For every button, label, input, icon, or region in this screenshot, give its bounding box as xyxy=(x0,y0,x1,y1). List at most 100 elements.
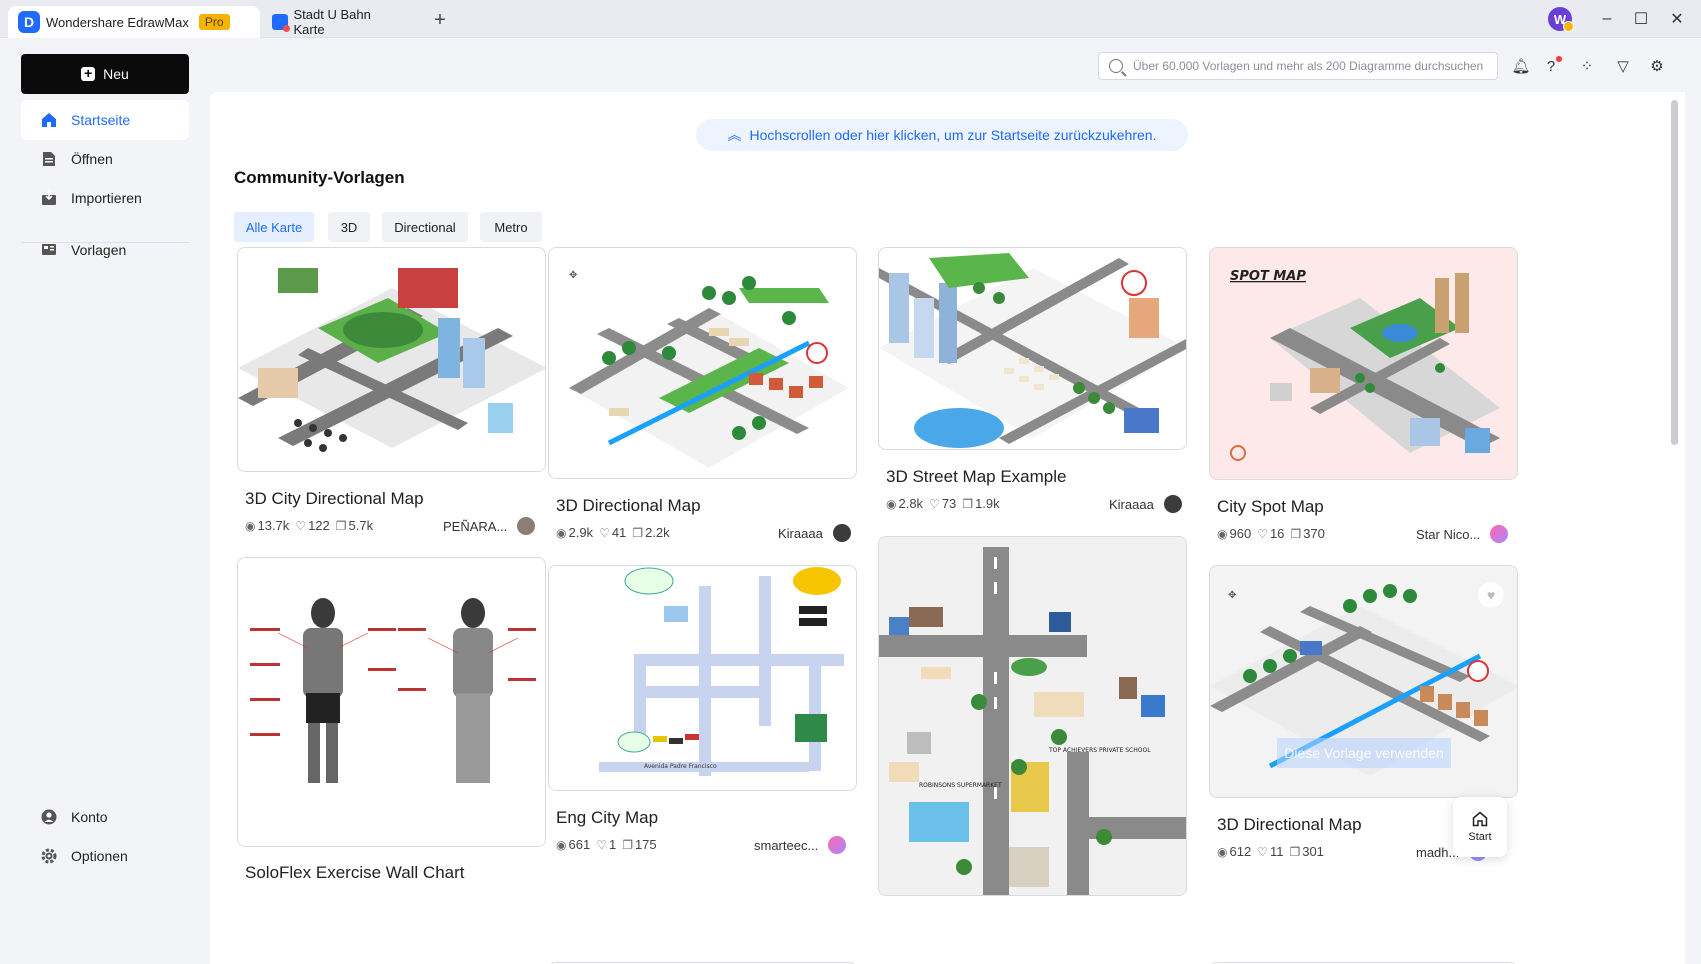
home-outline-icon xyxy=(1472,811,1488,827)
views-count: 13.7k xyxy=(257,518,290,533)
maximize-button[interactable]: ☐ xyxy=(1626,6,1656,32)
eye-icon: ◉ xyxy=(886,496,897,511)
svg-text:✥: ✥ xyxy=(569,270,577,281)
card-title[interactable]: City Spot Map xyxy=(1217,497,1324,517)
card-stats: ◉ 960 ♡ 16 ❐ 370 xyxy=(1217,526,1331,541)
copy-icon: ❐ xyxy=(962,496,974,511)
bell-icon[interactable]: 🔔︎ xyxy=(1510,55,1532,77)
card-stats: ◉ 2.8k ♡ 73 ❐ 1.9k xyxy=(886,496,1006,511)
tab-document[interactable]: Stadt U Bahn Karte xyxy=(262,6,412,38)
views-count: 2.8k xyxy=(898,496,924,511)
sidebar-item-importieren[interactable]: Importieren xyxy=(21,178,189,218)
sidebar-item-label: Konto xyxy=(71,809,108,825)
card-title[interactable]: 3D Street Map Example xyxy=(886,467,1066,487)
copy-icon: ❐ xyxy=(335,518,347,533)
sidebar-item-vorlagen[interactable]: Vorlagen xyxy=(21,230,189,270)
gear-icon[interactable]: ⚙ xyxy=(1646,55,1668,77)
card-title[interactable]: Eng City Map xyxy=(556,808,658,828)
likes-count: 122 xyxy=(308,518,330,533)
filter-directional[interactable]: Directional xyxy=(382,212,468,242)
card-title[interactable]: 3D Directional Map xyxy=(556,496,701,516)
favorite-heart-icon[interactable]: ♥ xyxy=(1478,582,1504,608)
card-author[interactable]: Kiraaaa xyxy=(1109,495,1182,513)
copy-icon: ❐ xyxy=(632,525,644,540)
start-floating-button[interactable]: Start xyxy=(1453,797,1507,857)
sidebar-item-optionen[interactable]: Optionen xyxy=(21,836,189,876)
template-thumbnail[interactable]: ✥ xyxy=(548,247,857,479)
close-button[interactable]: ✕ xyxy=(1662,6,1692,32)
sidebar-item-oeffnen[interactable]: Öffnen xyxy=(21,139,189,179)
exercise-chart-thumbnail-image xyxy=(250,598,536,783)
heart-icon: ♡ xyxy=(596,837,607,852)
sidebar: + Neu Startseite Öffnen Importieren Vorl… xyxy=(0,38,208,964)
card-title[interactable]: 3D City Directional Map xyxy=(245,489,424,509)
template-thumbnail[interactable] xyxy=(878,247,1187,450)
sidebar-item-konto[interactable]: Konto xyxy=(21,797,189,837)
heart-icon: ♡ xyxy=(599,525,610,540)
heart-icon: ♡ xyxy=(295,518,307,533)
eye-icon: ◉ xyxy=(245,518,256,533)
sidebar-item-label: Öffnen xyxy=(71,151,113,167)
likes-count: 11 xyxy=(1269,844,1284,859)
template-thumbnail[interactable]: SPOT MAP xyxy=(1209,247,1518,480)
scroll-up-text: Hochscrollen oder hier klicken, um zur S… xyxy=(749,127,1157,143)
edrawmax-logo-icon: D xyxy=(18,11,40,33)
help-icon[interactable]: ? xyxy=(1540,55,1562,77)
heart-icon: ♡ xyxy=(1257,526,1268,541)
card-author[interactable]: Star Nico... xyxy=(1416,525,1509,543)
search-placeholder: Über 60.000 Vorlagen und mehr als 200 Di… xyxy=(1133,59,1484,73)
new-tab-button[interactable]: + xyxy=(428,8,452,32)
scrollbar[interactable] xyxy=(1671,100,1678,445)
card-title[interactable]: 3D Directional Map xyxy=(1217,815,1362,835)
svg-text:✥: ✥ xyxy=(1228,590,1236,601)
author-avatar xyxy=(517,517,536,535)
file-icon xyxy=(43,152,55,166)
likes-count: 41 xyxy=(611,525,627,540)
sidebar-item-startseite[interactable]: Startseite xyxy=(21,100,189,140)
likes-count: 1 xyxy=(608,837,617,852)
double-chevron-up-icon: ︽ xyxy=(727,127,742,143)
city-map-thumbnail-image xyxy=(238,268,545,452)
spot-map-heading: SPOT MAP xyxy=(1230,269,1306,284)
use-template-button[interactable]: Diese Vorlage verwenden xyxy=(1277,738,1451,768)
spot-map-thumbnail-image: SPOT MAP xyxy=(1210,248,1517,479)
views-count: 2.9k xyxy=(568,525,594,540)
shirt-icon[interactable]: ▽ xyxy=(1612,55,1634,77)
template-thumbnail[interactable]: Avenida Padre Francisco xyxy=(548,565,857,791)
sidebar-item-label: Vorlagen xyxy=(71,242,127,258)
card-author[interactable]: PEÑARA... xyxy=(443,517,536,535)
title-bar: D Wondershare EdrawMax Pro Stadt U Bahn … xyxy=(0,0,1701,38)
template-thumbnail[interactable] xyxy=(237,557,546,847)
new-button-label: Neu xyxy=(103,66,129,82)
card-title[interactable]: SoloFlex Exercise Wall Chart xyxy=(245,863,465,883)
start-label: Start xyxy=(1468,831,1492,843)
section-title: Community-Vorlagen xyxy=(234,168,405,187)
author-name: Kiraaaa xyxy=(778,525,823,541)
settings-icon xyxy=(41,848,57,864)
card-author[interactable]: smarteec... xyxy=(754,836,847,854)
import-icon xyxy=(42,191,56,205)
scroll-to-top-button[interactable]: ︽ Hochscrollen oder hier klicken, um zur… xyxy=(696,119,1188,151)
copies-count: 2.2k xyxy=(645,525,670,540)
template-thumbnail[interactable] xyxy=(237,247,546,472)
card-stats: ◉ 13.7k ♡ 122 ❐ 5.7k xyxy=(245,518,379,533)
search-input[interactable]: Über 60.000 Vorlagen und mehr als 200 Di… xyxy=(1098,52,1498,80)
tab-edrawmax-home[interactable]: D Wondershare EdrawMax Pro xyxy=(8,6,260,38)
card-author[interactable]: Kiraaaa xyxy=(778,524,851,542)
new-button[interactable]: + Neu xyxy=(21,54,189,94)
pro-badge: Pro xyxy=(198,14,230,30)
filter-alle-karte[interactable]: Alle Karte xyxy=(234,212,314,242)
template-thumbnail[interactable]: TOP ACHIEVERS PRIVATE SCHOOL ROBINSONS S… xyxy=(878,536,1187,896)
template-thumbnail[interactable]: ✥ ♥ Diese Vorlage verwenden xyxy=(1209,565,1518,798)
sidebar-item-label: Startseite xyxy=(71,112,131,128)
author-avatar xyxy=(1163,495,1182,513)
filter-metro[interactable]: Metro xyxy=(480,212,542,242)
filter-3d[interactable]: 3D xyxy=(328,212,370,242)
eye-icon: ◉ xyxy=(1217,844,1228,859)
app-tab-label: Wondershare EdrawMax xyxy=(46,14,189,30)
copy-icon: ❐ xyxy=(622,837,633,852)
user-avatar[interactable]: W xyxy=(1548,7,1574,32)
apps-icon[interactable]: ⁘ xyxy=(1576,55,1598,77)
minimize-button[interactable]: – xyxy=(1592,6,1622,32)
copies-count: 175 xyxy=(634,837,657,852)
